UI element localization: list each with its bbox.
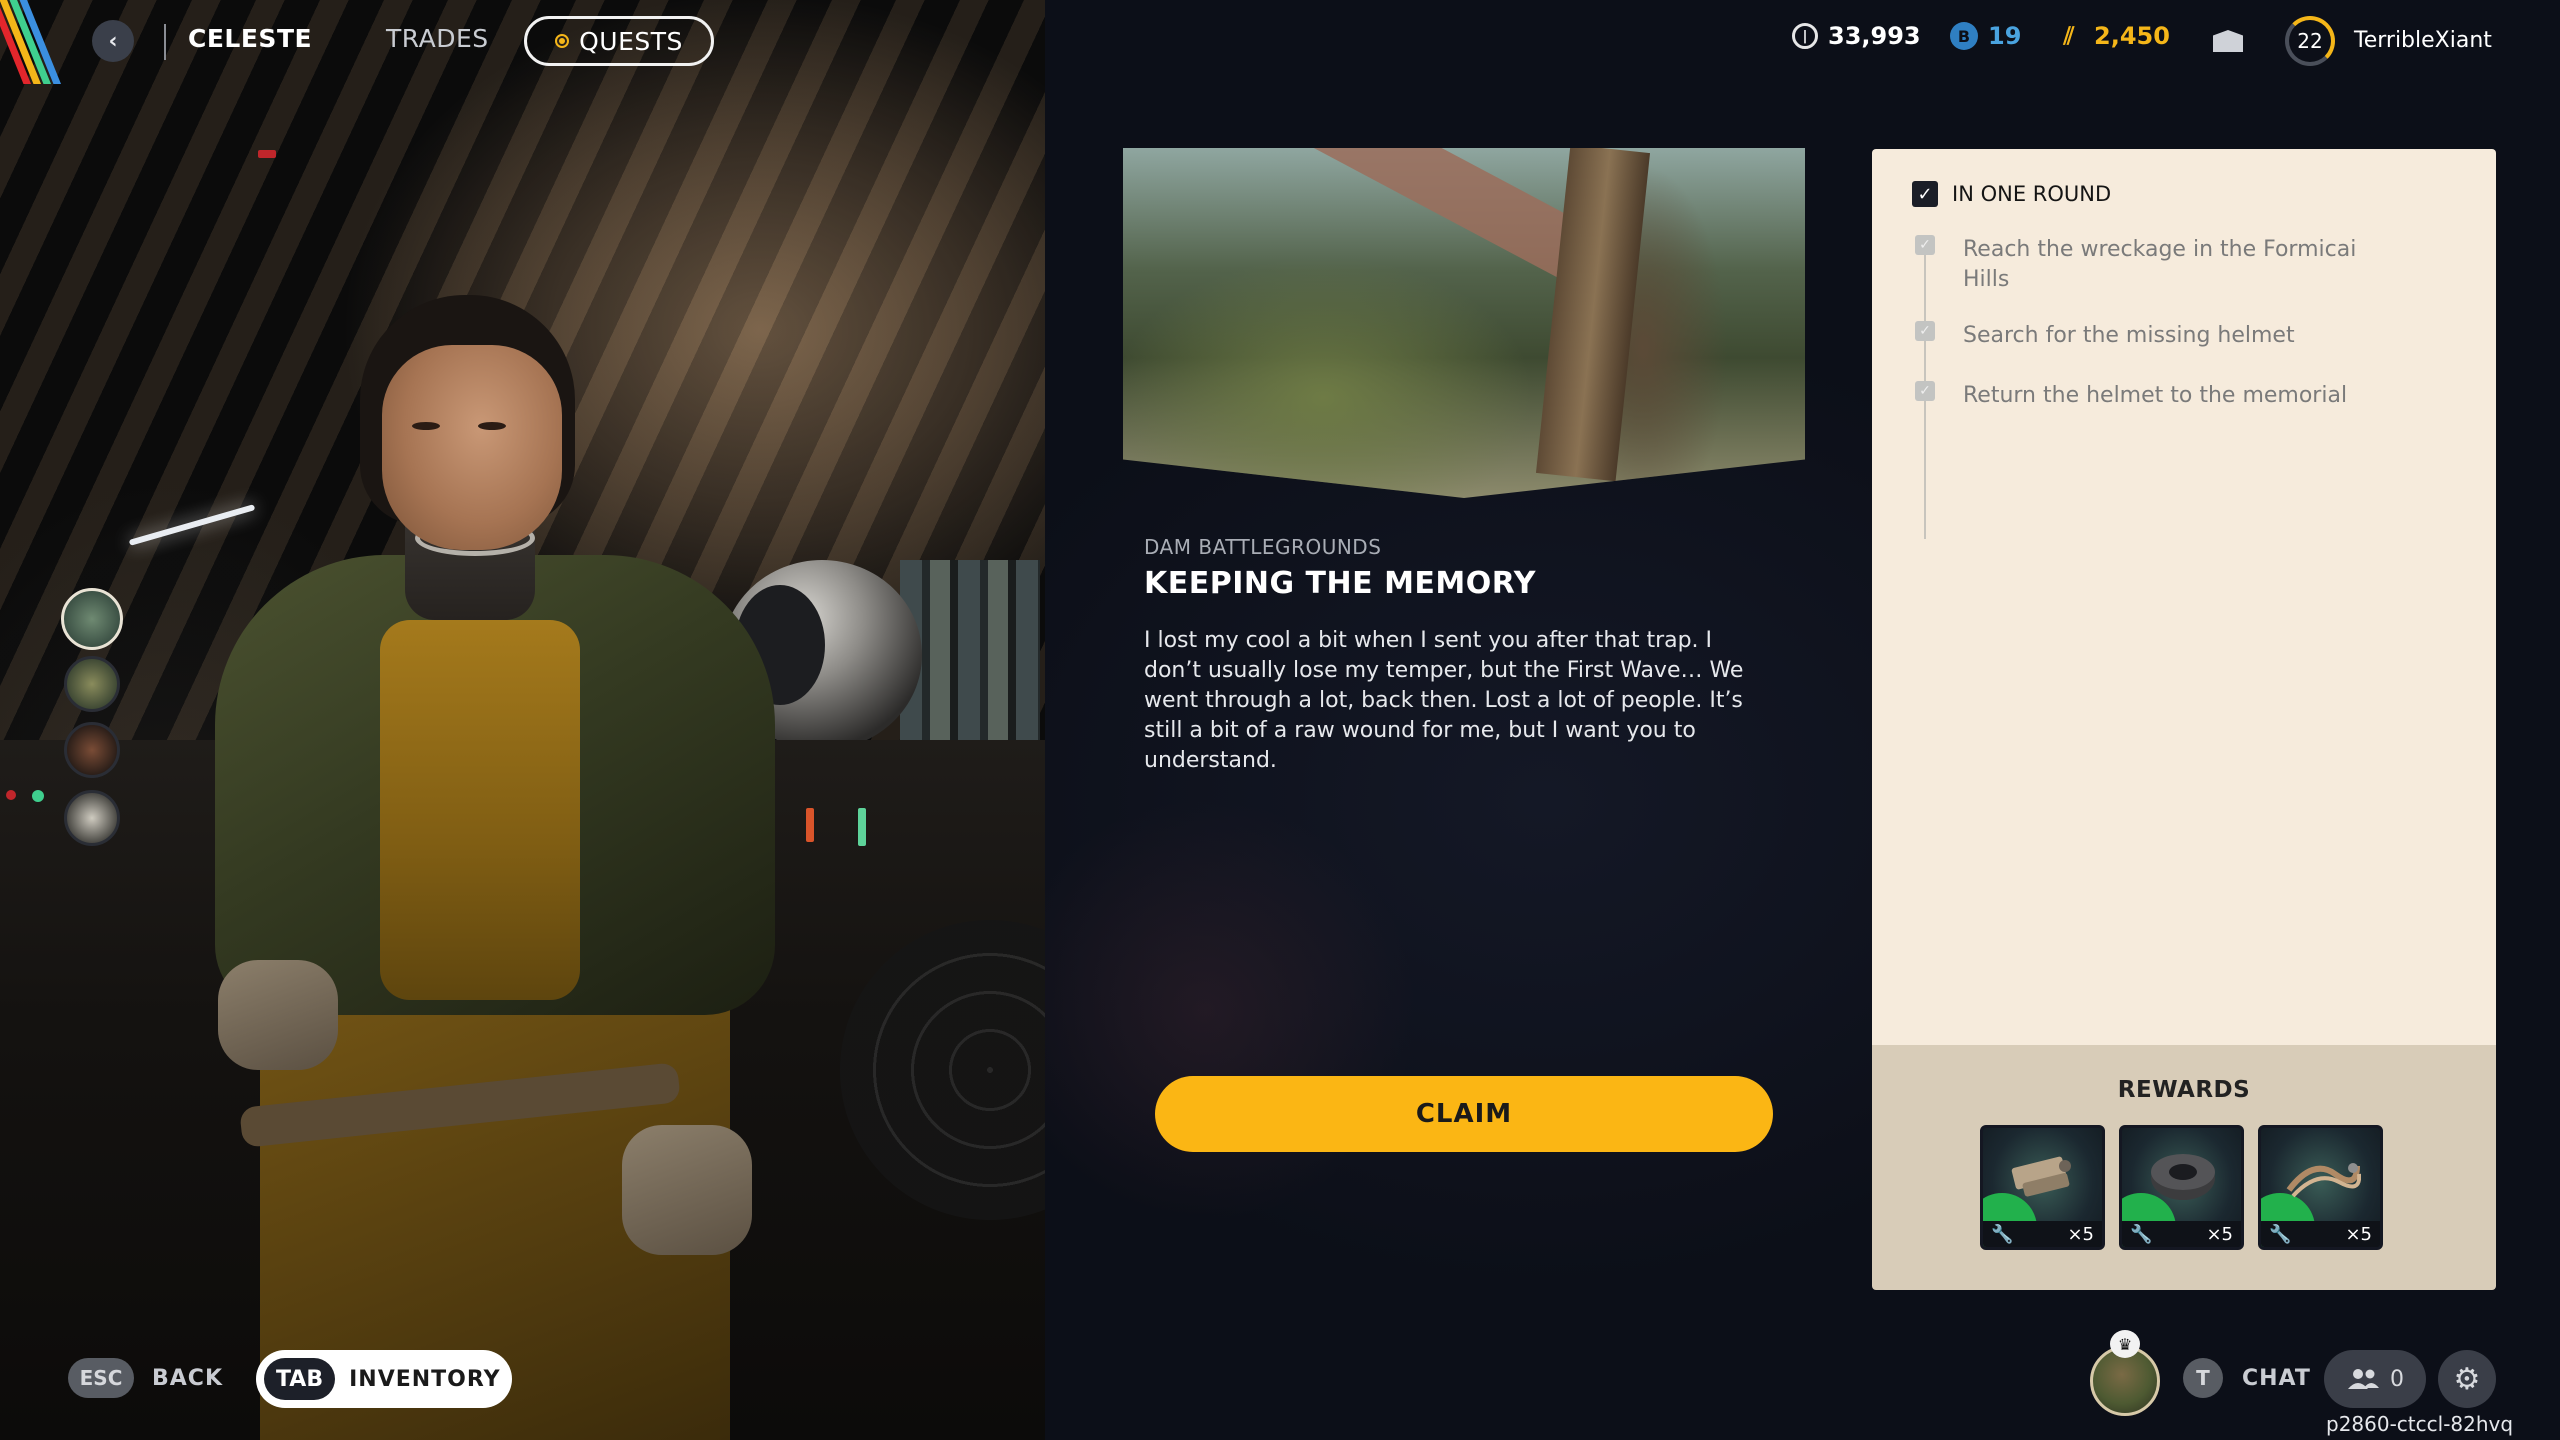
green-indicator [858, 808, 866, 846]
player-level: 22 [2297, 29, 2323, 53]
chat-label[interactable]: CHAT [2242, 1366, 2311, 1391]
credits-coin-icon: | [1792, 23, 1818, 49]
objective-text: Search for the missing helmet [1963, 323, 2295, 348]
friends-button[interactable]: 0 [2324, 1350, 2426, 1408]
variant-thumb-4[interactable] [64, 790, 120, 846]
gold-bars-icon: ⫽ [2063, 22, 2075, 50]
variant-thumb-3[interactable] [64, 722, 120, 778]
build-id: p2860-ctccl-82hvq [2326, 1412, 2514, 1436]
reward-item-duct-tape[interactable]: 🔧 ×5 [2119, 1125, 2244, 1250]
credits-value: 33,993 [1828, 22, 1921, 50]
chevron-left-icon: ‹ [108, 28, 118, 54]
variant-thumb-2[interactable] [64, 656, 120, 712]
currency-gold: ⫽ 2,450 [2054, 22, 2170, 50]
back-label[interactable]: BACK [152, 1366, 223, 1391]
tab-quests-label: QUESTS [579, 26, 683, 56]
checkbox-checked-icon: ✓ [1915, 235, 1935, 255]
inventory-label: INVENTORY [349, 1366, 501, 1392]
tab-trades[interactable]: TRADES [386, 24, 489, 53]
character-eye-left [412, 422, 440, 430]
gear-icon: ⚙ [2453, 1361, 2481, 1397]
currency-tokens: B 19 [1950, 22, 2021, 50]
quest-title: KEEPING THE MEMORY [1144, 566, 1536, 601]
back-button[interactable]: ‹ [92, 20, 134, 62]
variant-thumb-1[interactable] [61, 588, 123, 650]
wrench-icon: 🔧 [2269, 1224, 2292, 1245]
checkbox-checked-icon: ✓ [1912, 181, 1938, 207]
inventory-button[interactable]: TAB INVENTORY [256, 1350, 512, 1408]
mail-icon[interactable] [2213, 30, 2243, 52]
raider-token-icon: B [1950, 22, 1978, 50]
character-glove-right [622, 1125, 752, 1255]
character-vest [380, 620, 580, 1000]
orange-indicator [806, 808, 814, 842]
status-led-green [32, 790, 44, 802]
objective-group: ✓ IN ONE ROUND [1912, 181, 2111, 207]
rewards-title: REWARDS [2117, 1077, 2251, 1103]
mechanical-components-icon [2011, 1156, 2071, 1197]
quest-description: I lost my cool a bit when I sent you aft… [1144, 628, 1744, 773]
player-username[interactable]: TerribleXiant [2354, 28, 2492, 53]
tab-key-hint: TAB [264, 1358, 336, 1400]
reward-item-mechanical-components[interactable]: 🔧 ×5 [1980, 1125, 2105, 1250]
tree-art [1535, 148, 1651, 482]
tokens-value: 19 [1988, 22, 2022, 50]
objectives-panel: ✓ IN ONE ROUND ✓ Reach the wreckage in t… [1872, 149, 2496, 1045]
wall-lamp [128, 504, 256, 546]
wires-icon [2286, 1163, 2361, 1198]
gold-value: 2,450 [2094, 22, 2170, 50]
friends-icon [2348, 1369, 2379, 1389]
quest-marker-icon [555, 34, 570, 48]
player-level-badge[interactable]: 22 [2285, 16, 2335, 66]
friends-count: 0 [2390, 1366, 2404, 1392]
character-face [382, 345, 562, 550]
objective-item: ✓ Return the helmet to the memorial [1915, 381, 2383, 411]
status-led-red [6, 790, 16, 800]
rewards-panel: REWARDS 🔧 ×5 🔧 ×5 🔧 ×5 [1872, 1045, 2496, 1290]
objective-item: ✓ Search for the missing helmet [1915, 321, 2383, 351]
duct-tape-icon [2151, 1154, 2215, 1200]
wall-map [560, 60, 1040, 440]
objective-text: Reach the wreckage in the Formicai Hills [1963, 237, 2357, 292]
objective-text: Return the helmet to the memorial [1963, 383, 2348, 408]
reward-item-wires[interactable]: 🔧 ×5 [2258, 1125, 2383, 1250]
reward-quantity: ×5 [2067, 1224, 2094, 1245]
character-name: CELESTE [188, 24, 313, 53]
checkbox-checked-icon: ✓ [1915, 381, 1935, 401]
objective-item: ✓ Reach the wreckage in the Formicai Hil… [1915, 235, 2383, 295]
tab-quests[interactable]: QUESTS [524, 16, 714, 66]
brand-stripes-logo [0, 0, 90, 84]
settings-button[interactable]: ⚙ [2438, 1350, 2496, 1408]
character-eye-right [478, 422, 506, 430]
wrench-icon: 🔧 [1991, 1224, 2014, 1245]
chat-key-hint[interactable]: T [2183, 1358, 2223, 1398]
objective-group-label: IN ONE ROUND [1952, 182, 2112, 206]
reward-quantity: ×5 [2345, 1224, 2372, 1245]
nav-divider [164, 24, 166, 60]
character-glove-left [218, 960, 338, 1070]
checkbox-checked-icon: ✓ [1915, 321, 1935, 341]
currency-credits: | 33,993 [1792, 22, 1921, 50]
crown-icon: ♛ [2110, 1330, 2140, 1358]
wrench-icon: 🔧 [2130, 1224, 2153, 1245]
character-scene [0, 0, 1045, 1440]
quest-image [1123, 148, 1805, 498]
quest-location: DAM BATTLEGROUNDS [1144, 535, 1382, 559]
claim-button[interactable]: CLAIM [1155, 1076, 1773, 1152]
reward-quantity: ×5 [2206, 1224, 2233, 1245]
red-light [258, 150, 276, 158]
top-bar: ‹ CELESTE TRADES QUESTS | 33,993 B 19 ⫽ … [0, 0, 2560, 84]
esc-key-hint[interactable]: ESC [68, 1358, 134, 1398]
